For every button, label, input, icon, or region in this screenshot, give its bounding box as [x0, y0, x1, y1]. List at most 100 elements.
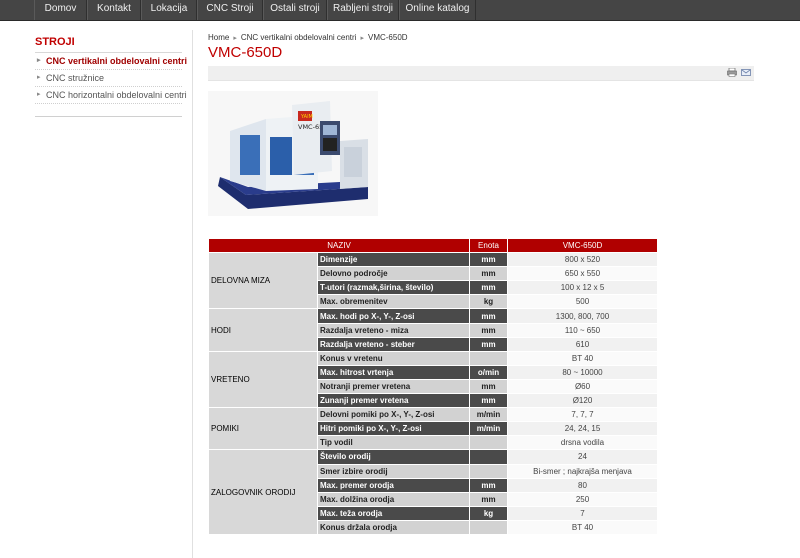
- param-unit: kg: [469, 505, 508, 521]
- print-icon[interactable]: [727, 68, 737, 77]
- sidebar-item-2[interactable]: ▸ CNC stružnice: [35, 70, 182, 87]
- param-name: Delovno področje: [317, 266, 470, 282]
- table-row: VRETENO Konus v vretenu BT 40: [208, 350, 658, 409]
- param-name: Razdalja vreteno - steber: [317, 336, 470, 352]
- param-value: 110 ~ 650: [507, 322, 658, 338]
- param-name: Smer izbire orodij: [317, 463, 470, 479]
- group-label: POMIKI: [208, 407, 318, 451]
- sidebar-item-label: CNC vertikalni obdelovalni centri: [46, 56, 188, 66]
- param-unit: [469, 519, 508, 535]
- nav-item-cnc-stroji[interactable]: CNC Stroji: [197, 0, 263, 20]
- table-header-row: NAZIV Enota VMC-650D: [208, 237, 658, 254]
- param-name: Dimenzije: [317, 252, 470, 268]
- group-label: ZALOGOVNIK ORODIJ: [208, 449, 318, 535]
- param-value: 24, 24, 15: [507, 421, 658, 437]
- param-unit: mm: [469, 266, 508, 282]
- param-value: 250: [507, 491, 658, 507]
- sidebar-item-1[interactable]: ▸ CNC vertikalni obdelovalni centri: [35, 53, 187, 70]
- param-unit: mm: [469, 491, 508, 507]
- bullet-arrow-icon: ▸: [37, 74, 41, 81]
- param-value: Bi-smer ; najkrajša menjava: [507, 463, 658, 479]
- param-name: Konus držala orodja: [317, 519, 470, 535]
- param-value: BT 40: [507, 519, 658, 535]
- param-unit: mm: [469, 477, 508, 493]
- param-unit: mm: [469, 252, 508, 268]
- param-unit: [469, 350, 508, 366]
- param-unit: mm: [469, 308, 508, 324]
- param-name: Število orodij: [317, 449, 470, 465]
- param-name: Delovni pomiki po X-, Y-, Z-osi: [317, 407, 470, 423]
- header-model: VMC-650D: [507, 237, 658, 254]
- param-value: Ø120: [507, 393, 658, 409]
- nav-item-domov[interactable]: Domov: [34, 0, 87, 20]
- param-value: BT 40: [507, 350, 658, 366]
- param-value: 800 x 520: [507, 252, 658, 268]
- param-name: Max. teža orodja: [317, 505, 470, 521]
- param-name: Max. hitrost vrtenja: [317, 364, 470, 380]
- email-icon[interactable]: [741, 68, 751, 77]
- table-row: DELOVNA MIZA Dimenzije mm 800 x 520: [208, 252, 658, 310]
- param-value: 80: [507, 477, 658, 493]
- param-value: 7: [507, 505, 658, 521]
- group-label: HODI: [208, 308, 318, 352]
- param-name: Max. obremenitev: [317, 294, 470, 310]
- param-unit: kg: [469, 294, 508, 310]
- param-unit: mm: [469, 322, 508, 338]
- param-name: Hitri pomiki po X-, Y-, Z-osi: [317, 421, 470, 437]
- param-value: Ø60: [507, 378, 658, 395]
- breadcrumb-separator-icon: ▸: [360, 35, 364, 42]
- param-unit: mm: [469, 280, 508, 296]
- column-divider: [192, 30, 193, 558]
- param-name: Zunanji premer vretena: [317, 393, 470, 409]
- nav-item-lokacija[interactable]: Lokacija: [141, 0, 197, 20]
- breadcrumb-separator-icon: ▸: [233, 35, 237, 42]
- table-row: ZALOGOVNIK ORODIJ Število orodij 24: [208, 449, 658, 535]
- param-name: Max. premer orodja: [317, 477, 470, 493]
- param-name: T-utori (razmak,širina, število): [317, 280, 470, 296]
- param-name: Razdalja vreteno - miza: [317, 322, 470, 338]
- group-label: VRETENO: [208, 350, 318, 409]
- breadcrumb-link[interactable]: CNC vertikalni obdelovalni centri: [241, 33, 357, 42]
- sidebar-item-3[interactable]: ▸ CNC horizontalni obdelovalni centri: [35, 87, 187, 104]
- article-toolbar: [208, 66, 754, 81]
- breadcrumb-current: VMC-650D: [367, 33, 408, 42]
- nav-bar: Domov Kontakt Lokacija CNC Stroji Ostali str…: [34, 0, 476, 20]
- param-name: Max. hodi po X-, Y-, Z-osi: [317, 308, 470, 324]
- param-name: Max. dolžina orodja: [317, 491, 470, 507]
- param-unit: mm: [469, 393, 508, 409]
- table-row: POMIKI Delovni pomiki po X-, Y-, Z-osi m/m…: [208, 407, 658, 451]
- param-unit: [469, 449, 508, 465]
- param-name: Tip vodil: [317, 435, 470, 451]
- table-row: HODI Max. hodi po X-, Y-, Z-osi mm 1300, 80…: [208, 308, 658, 352]
- page-title: VMC-650D: [208, 44, 283, 61]
- sidebar-item-label: CNC stružnice: [46, 73, 105, 83]
- nav-item-ostali-stroji[interactable]: Ostali stroji: [263, 0, 327, 20]
- sidebar-bottom-divider: [35, 116, 182, 117]
- param-unit: o/min: [469, 364, 508, 380]
- param-value: 7, 7, 7: [507, 407, 658, 423]
- top-navigation: Domov Kontakt Lokacija CNC Stroji Ostali str…: [0, 0, 800, 21]
- header-enota: Enota: [469, 237, 508, 254]
- param-value: 100 x 12 x 5: [507, 280, 658, 296]
- breadcrumb: Home ▸ CNC vertikalni obdelovalni centri ▸ V…: [208, 33, 408, 42]
- sidebar: STROJI ▸ CNC vertikalni obdelovalni centr…: [35, 36, 187, 117]
- product-image: YAIM VMC-650D: [208, 91, 378, 216]
- nav-item-rabljeni-stroji[interactable]: Rabljeni stroji: [327, 0, 399, 20]
- param-unit: [469, 463, 508, 479]
- param-value: drsna vodila: [507, 435, 658, 451]
- param-value: 24: [507, 449, 658, 465]
- param-value: 1300, 800, 700: [507, 308, 658, 324]
- nav-item-kontakt[interactable]: Kontakt: [87, 0, 141, 20]
- nav-item-online-katalog[interactable]: Online katalog: [399, 0, 476, 20]
- bullet-arrow-icon: ▸: [37, 57, 41, 64]
- param-value: 80 ~ 10000: [507, 364, 658, 380]
- param-unit: mm: [469, 336, 508, 352]
- breadcrumb-link[interactable]: Home: [208, 33, 229, 42]
- sidebar-item-label: CNC horizontalni obdelovalni centri: [46, 90, 187, 100]
- param-unit: m/min: [469, 407, 508, 423]
- sidebar-list: ▸ CNC vertikalni obdelovalni centri ▸ CNC s…: [35, 53, 187, 104]
- param-name: Konus v vretenu: [317, 350, 470, 366]
- param-value: 650 x 550: [507, 266, 658, 282]
- sidebar-title: STROJI: [35, 36, 75, 48]
- group-label: DELOVNA MIZA: [208, 252, 318, 310]
